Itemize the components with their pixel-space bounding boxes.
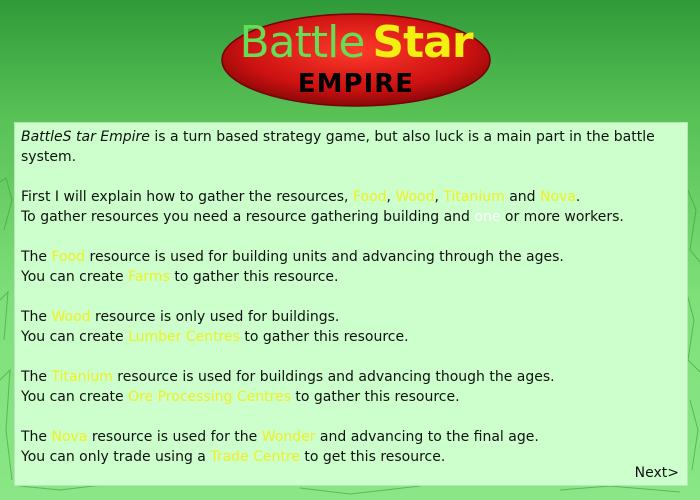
nova-text-d: You can only trade using a <box>21 449 211 465</box>
logo-word-star: Star <box>372 17 473 68</box>
nova-highlight: Nova <box>51 429 88 445</box>
food-text-b: resource is used for building units and … <box>85 249 564 265</box>
logo-subtitle: EMPIRE <box>297 69 415 99</box>
resource-titanium: Titanium <box>443 189 505 205</box>
trade-centre-highlight: Trade Centre <box>210 449 300 465</box>
resource-nova: Nova <box>540 189 576 205</box>
gather-line2-prefix: To gather resources you need a resource … <box>21 209 475 225</box>
nova-text-e: to get this resource. <box>299 449 446 465</box>
wood-text-c: You can create <box>21 329 129 345</box>
nova-paragraph: The Nova resource is used for the Wonder… <box>21 427 681 467</box>
titanium-text-c: You can create <box>21 389 129 405</box>
food-highlight: Food <box>51 249 86 265</box>
titanium-text-a: The <box>21 369 52 385</box>
gather-end: . <box>575 189 581 205</box>
titanium-text-b: resource is used for buildings and advan… <box>112 369 555 385</box>
game-name: BattleS tar Empire <box>21 129 150 145</box>
info-panel: BattleS tar Empire is a turn based strat… <box>14 122 688 486</box>
food-text-c: You can create <box>21 269 129 285</box>
logo-word-battle: Battle <box>239 17 365 68</box>
titanium-paragraph: The Titanium resource is used for buildi… <box>21 367 681 407</box>
intro-paragraph: BattleS tar Empire is a turn based strat… <box>21 127 681 167</box>
food-text-a: The <box>21 249 52 265</box>
nova-text-b: resource is used for the <box>87 429 262 445</box>
game-logo: Battle Star EMPIRE <box>220 10 492 110</box>
wood-text-d: to gather this resource. <box>239 329 409 345</box>
nova-text-c: and advancing to the final age. <box>315 429 539 445</box>
resource-wood: Wood <box>395 189 435 205</box>
food-text-d: to gather this resource. <box>169 269 339 285</box>
wonder-highlight: Wonder <box>261 429 316 445</box>
nova-text-a: The <box>21 429 52 445</box>
gather-line1-prefix: First I will explain how to gather the r… <box>21 189 353 205</box>
titanium-text-d: to gather this resource. <box>290 389 460 405</box>
gather-line2-suffix: or more workers. <box>500 209 624 225</box>
wood-paragraph: The Wood resource is only used for build… <box>21 307 681 347</box>
food-paragraph: The Food resource is used for building u… <box>21 247 681 287</box>
gather-paragraph: First I will explain how to gather the r… <box>21 187 681 227</box>
wood-text-a: The <box>21 309 52 325</box>
titanium-highlight: Titanium <box>51 369 113 385</box>
next-button[interactable]: Next> <box>635 465 679 481</box>
logo-title: Battle Star <box>220 18 492 68</box>
farms-highlight: Farms <box>128 269 170 285</box>
wood-highlight: Wood <box>51 309 91 325</box>
resource-food: Food <box>352 189 387 205</box>
lumber-centres-highlight: Lumber Centres <box>128 329 240 345</box>
gather-and: and <box>504 189 540 205</box>
info-text: BattleS tar Empire is a turn based strat… <box>21 127 681 487</box>
ore-processing-highlight: Ore Processing Centres <box>128 389 291 405</box>
gather-one: one <box>474 209 501 225</box>
wood-text-b: resource is only used for buildings. <box>90 309 340 325</box>
